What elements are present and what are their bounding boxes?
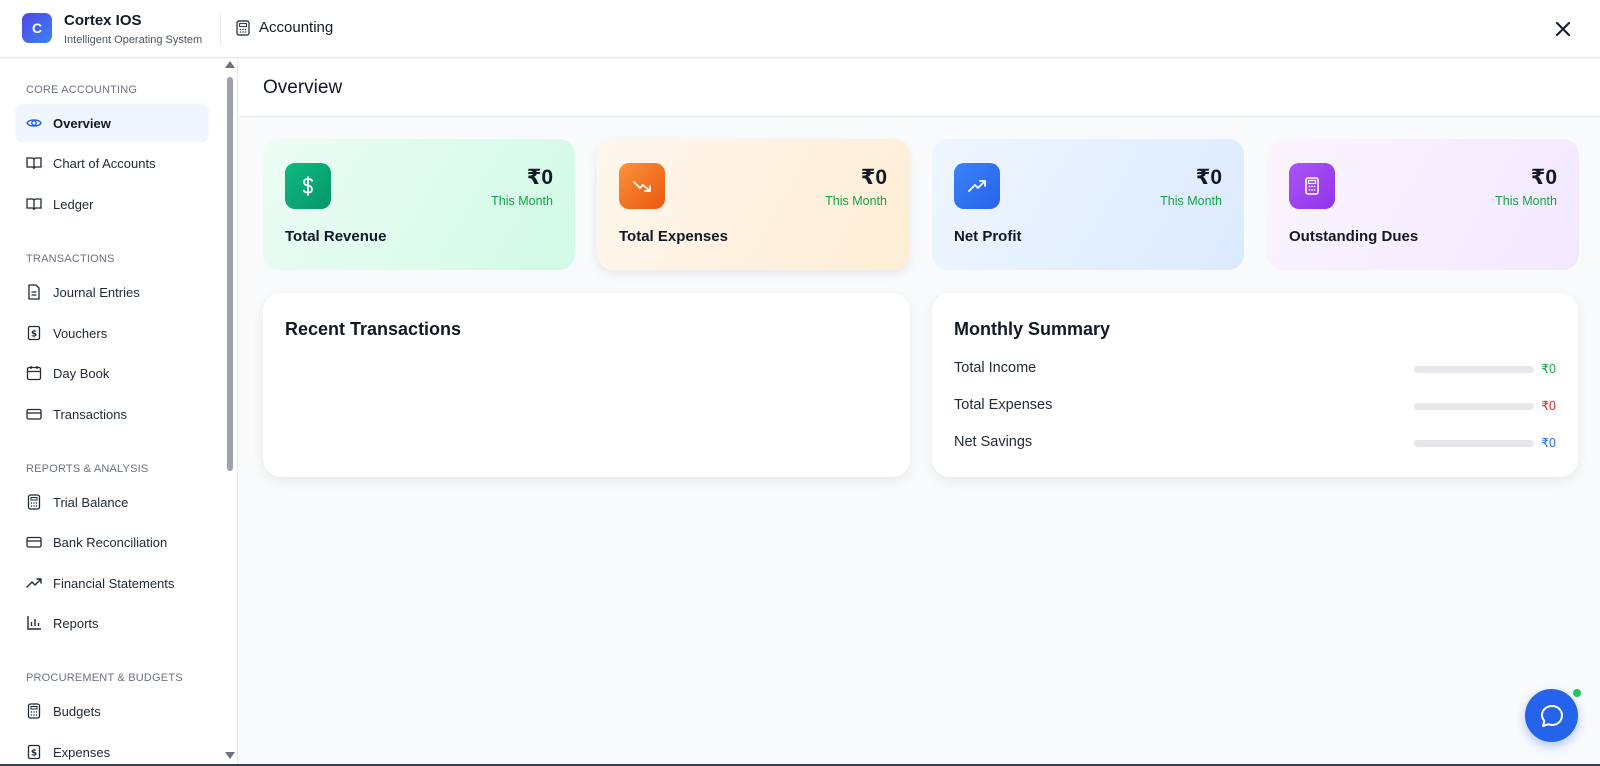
sidebar-item-label: Bank Reconciliation (53, 534, 168, 550)
summary-label: Net Savings (954, 434, 1033, 450)
book-icon (26, 196, 42, 212)
stat-card-net-profit[interactable]: ₹0 This Month Net Profit (932, 139, 1244, 270)
sidebar-item-label: Reports (53, 615, 99, 631)
sidebar-item-label: Day Book (53, 365, 110, 381)
recent-transactions-title: Recent Transactions (285, 319, 462, 339)
app-logo[interactable]: C (22, 13, 52, 43)
calculator-icon (236, 20, 250, 36)
calculator-icon (26, 494, 42, 510)
stat-period: This Month (491, 194, 553, 208)
sidebar: CORE ACCOUNTING Overview Chart of Accoun… (0, 59, 238, 766)
stat-value: ₹0 (1195, 166, 1222, 189)
monthly-summary-title: Monthly Summary (954, 319, 1111, 339)
stat-label: Outstanding Dues (1289, 228, 1419, 245)
stat-period: This Month (1160, 194, 1222, 208)
file-text-icon (26, 284, 42, 300)
module-title: Accounting (259, 19, 334, 36)
sidebar-item-label: Chart of Accounts (53, 155, 156, 171)
sidebar-section-label: REPORTS & ANALYSIS (26, 463, 149, 475)
stat-label: Net Profit (954, 228, 1022, 245)
sidebar-section-label: CORE ACCOUNTING (26, 84, 138, 96)
page-title: Overview (263, 77, 343, 98)
sidebar-item-day-book[interactable]: Day Book (15, 354, 209, 392)
eye-icon (26, 115, 42, 131)
trending-up-icon (26, 575, 42, 591)
sidebar-item-reports[interactable]: Reports (15, 604, 209, 642)
stat-label: Total Revenue (285, 228, 387, 245)
summary-row-total-income: Total Income ₹0 (954, 360, 1556, 380)
sidebar-item-budgets[interactable]: Budgets (15, 692, 209, 730)
sidebar-item-label: Vouchers (53, 325, 108, 341)
sidebar-item-transactions[interactable]: Transactions (15, 395, 209, 433)
trending-down-icon (619, 163, 665, 209)
sidebar-section-label: PROCUREMENT & BUDGETS (26, 672, 183, 684)
sidebar-item-chart-of-accounts[interactable]: Chart of Accounts (15, 144, 209, 182)
bar-chart-icon (26, 615, 42, 631)
brand-subtitle: Intelligent Operating System (64, 34, 203, 46)
calculator-icon (1289, 163, 1335, 209)
summary-value: ₹0 (1541, 399, 1556, 413)
book-icon (26, 155, 42, 171)
stat-value: ₹0 (860, 166, 887, 189)
calendar-icon (26, 365, 42, 381)
receipt-icon: $ (26, 325, 42, 341)
scroll-up-arrow-icon[interactable] (225, 61, 235, 68)
scroll-down-arrow-icon[interactable] (225, 752, 235, 759)
app-header: C Cortex IOS Intelligent Operating Syste… (0, 0, 1600, 58)
sidebar-item-label: Expenses (53, 744, 111, 760)
sidebar-scrollbar[interactable] (224, 59, 236, 766)
trending-up-icon (954, 163, 1000, 209)
close-icon[interactable] (1552, 18, 1574, 40)
stat-card-total-revenue[interactable]: ₹0 This Month Total Revenue (263, 139, 575, 270)
svg-text:$: $ (31, 330, 37, 340)
sidebar-item-label: Transactions (53, 406, 127, 422)
sidebar-item-journal-entries[interactable]: Journal Entries (15, 273, 209, 311)
sidebar-item-label: Ledger (53, 196, 94, 212)
summary-progress-bar (1414, 440, 1534, 447)
summary-progress-bar (1414, 403, 1534, 410)
sidebar-item-label: Financial Statements (53, 575, 175, 591)
summary-label: Total Expenses (954, 397, 1053, 413)
sidebar-item-trial-balance[interactable]: Trial Balance (15, 483, 209, 521)
sidebar-item-label: Budgets (53, 703, 101, 719)
stat-label: Total Expenses (619, 228, 728, 245)
stat-period: This Month (1495, 194, 1557, 208)
stat-period: This Month (825, 194, 887, 208)
dollar-icon (285, 163, 331, 209)
summary-progress-bar (1414, 366, 1534, 373)
summary-value: ₹0 (1541, 436, 1556, 450)
sidebar-item-financial-statements[interactable]: Financial Statements (15, 564, 209, 602)
sidebar-item-ledger[interactable]: Ledger (15, 185, 209, 223)
summary-label: Total Income (954, 360, 1037, 376)
chat-button[interactable] (1525, 689, 1578, 742)
online-status-dot (1573, 689, 1581, 697)
page-header: Overview (239, 59, 1600, 117)
header-divider (220, 13, 221, 45)
stat-value: ₹0 (526, 166, 553, 189)
stat-card-outstanding-dues[interactable]: ₹0 This Month Outstanding Dues (1267, 139, 1579, 270)
stat-value: ₹0 (1530, 166, 1557, 189)
sidebar-item-label: Journal Entries (53, 284, 140, 300)
summary-row-net-savings: Net Savings ₹0 (954, 434, 1556, 454)
recent-transactions-panel: Recent Transactions (263, 293, 910, 477)
monthly-summary-panel: Monthly Summary Total Income ₹0 Total Ex… (932, 293, 1578, 477)
chat-bubble-icon (1540, 704, 1563, 727)
sidebar-item-expenses[interactable]: $ Expenses (15, 733, 209, 766)
summary-value: ₹0 (1541, 362, 1556, 376)
sidebar-item-vouchers[interactable]: $ Vouchers (15, 314, 209, 352)
calculator-icon (26, 703, 42, 719)
summary-row-total-expenses: Total Expenses ₹0 (954, 397, 1556, 417)
sidebar-item-overview[interactable]: Overview (15, 104, 209, 142)
sidebar-section-label: TRANSACTIONS (26, 253, 115, 265)
scrollbar-thumb[interactable] (227, 77, 233, 471)
svg-text:$: $ (31, 749, 37, 759)
brand-title: Cortex IOS (64, 12, 142, 29)
receipt-icon: $ (26, 744, 42, 760)
stat-card-total-expenses[interactable]: ₹0 This Month Total Expenses (597, 139, 909, 270)
credit-card-icon (26, 534, 42, 550)
sidebar-item-bank-reconciliation[interactable]: Bank Reconciliation (15, 523, 209, 561)
sidebar-item-label: Overview (53, 115, 111, 131)
sidebar-item-label: Trial Balance (53, 494, 129, 510)
credit-card-icon (26, 406, 42, 422)
